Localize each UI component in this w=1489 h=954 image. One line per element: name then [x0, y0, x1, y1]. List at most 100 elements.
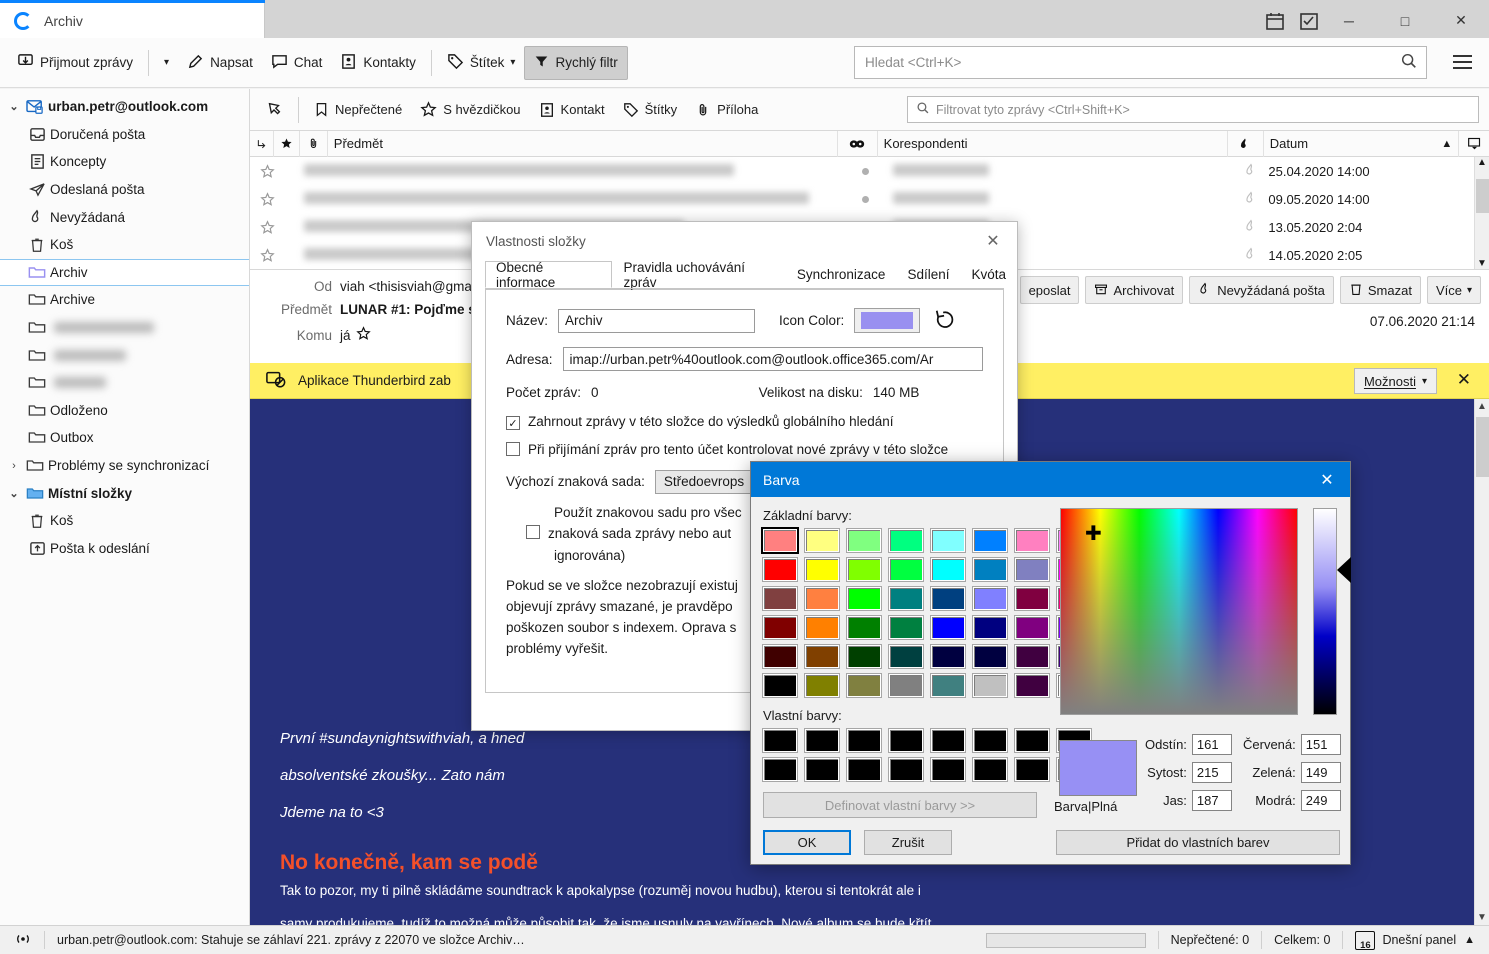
row-read-indicator[interactable] — [845, 195, 885, 203]
col-thread[interactable] — [250, 130, 274, 157]
tag-button[interactable]: Štítek ▾ — [438, 46, 525, 80]
row-junk-icon[interactable] — [1244, 219, 1258, 236]
color-field-input[interactable]: 161 — [1191, 734, 1232, 755]
tab-synchronizace[interactable]: Synchronizace — [786, 261, 897, 288]
reset-color-icon[interactable] — [934, 308, 956, 333]
sidebar-item-redacted-10[interactable] — [0, 369, 249, 397]
sidebar-item-urban-petr-outlook-com[interactable]: ⌄ urban.petr@outlook.com — [0, 93, 249, 121]
sidebar-item-po-ta-k-odesl-n[interactable]: Pošta k odeslání — [0, 535, 249, 563]
message-nevy-dan-po-ta-button[interactable]: Nevyžádaná pošta — [1189, 276, 1334, 304]
get-messages-button[interactable]: Přijmout zprávy — [8, 46, 142, 80]
row-junk-icon[interactable] — [1244, 191, 1258, 208]
basic-color-swatch[interactable] — [930, 586, 966, 611]
row-junk-icon[interactable] — [1244, 247, 1258, 264]
twisty-icon[interactable]: ⌄ — [6, 487, 22, 500]
sidebar-item-archiv[interactable]: Archiv — [0, 258, 249, 287]
today-pane-label[interactable]: Dnešní panel — [1382, 933, 1456, 947]
basic-color-swatch[interactable] — [762, 615, 798, 640]
col-star[interactable] — [274, 130, 300, 157]
basic-color-swatch[interactable] — [846, 557, 882, 582]
custom-color-swatch[interactable] — [762, 757, 798, 782]
custom-color-swatch[interactable] — [930, 757, 966, 782]
luminance-slider-handle[interactable] — [1337, 557, 1351, 583]
global-search-checkbox[interactable]: ✓ — [506, 416, 520, 430]
basic-color-swatch[interactable] — [762, 586, 798, 611]
sidebar-item-m-stn-slo-ky[interactable]: ⌄ Místní složky — [0, 479, 249, 507]
color-dialog-close-button[interactable]: ✕ — [1304, 462, 1350, 497]
tab-pravidla-uchov-v-n-zpr-v[interactable]: Pravidla uchovávání zpráv — [612, 260, 785, 290]
custom-color-swatch[interactable] — [804, 728, 840, 753]
search-icon[interactable] — [1400, 52, 1418, 73]
basic-color-swatch[interactable] — [846, 586, 882, 611]
sidebar-item-outbox[interactable]: Outbox — [0, 424, 249, 452]
basic-color-swatch[interactable] — [846, 673, 882, 698]
filter-messages-input[interactable]: Filtrovat tyto zprávy <Ctrl+Shift+K> — [907, 96, 1479, 123]
basic-color-swatch[interactable] — [888, 615, 924, 640]
color-field-input[interactable]: 187 — [1191, 790, 1232, 811]
basic-color-swatch[interactable] — [1014, 586, 1050, 611]
global-search-checkbox-row[interactable]: ✓ Zahrnout zprávy v této složce do výsle… — [506, 414, 983, 430]
row-junk-icon[interactable] — [1244, 163, 1258, 180]
row-star-icon[interactable] — [250, 191, 286, 207]
basic-color-swatch[interactable] — [972, 615, 1008, 640]
col-correspondents[interactable]: Korespondenti — [878, 130, 1229, 157]
table-row[interactable]: 25.04.2020 14:00 — [250, 157, 1474, 185]
message-list-scrollbar[interactable]: ▲ ▼ — [1474, 157, 1489, 269]
basic-color-swatch[interactable] — [804, 615, 840, 640]
sidebar-item-ko[interactable]: Koš — [0, 507, 249, 535]
basic-color-swatch[interactable] — [972, 586, 1008, 611]
message-v-ce-button[interactable]: Více ▾ — [1426, 276, 1481, 304]
calendar-icon[interactable] — [1265, 11, 1285, 31]
basic-color-swatch[interactable] — [930, 644, 966, 669]
filter-unread-button[interactable]: Nepřečtené — [305, 95, 411, 125]
basic-color-swatch[interactable] — [972, 557, 1008, 582]
notification-options-button[interactable]: Možnosti ▾ — [1353, 368, 1437, 394]
define-custom-colors-button[interactable]: Definovat vlastní barvy >> — [763, 792, 1037, 818]
custom-color-swatch[interactable] — [1014, 757, 1050, 782]
scrollbar-thumb[interactable] — [1476, 179, 1489, 213]
custom-colors-grid[interactable] — [762, 728, 1092, 782]
custom-color-swatch[interactable] — [888, 757, 924, 782]
sidebar-item-redacted-8[interactable] — [0, 314, 249, 342]
notification-close-button[interactable]: ✕ — [1457, 370, 1471, 390]
custom-color-swatch[interactable] — [972, 728, 1008, 753]
sidebar-item-nevy-dan[interactable]: Nevyžádaná — [0, 203, 249, 231]
basic-color-swatch[interactable] — [846, 528, 882, 553]
basic-color-swatch[interactable] — [930, 615, 966, 640]
sidebar-item-odeslan-po-ta[interactable]: Odeslaná pošta — [0, 176, 249, 204]
color-field-input[interactable]: 151 — [1300, 734, 1341, 755]
basic-color-swatch[interactable] — [1014, 528, 1050, 553]
basic-color-swatch[interactable] — [888, 557, 924, 582]
basic-color-swatch[interactable] — [1014, 673, 1050, 698]
twisty-icon[interactable]: ⌄ — [6, 100, 22, 113]
filter-starred-button[interactable]: S hvězdičkou — [411, 95, 529, 125]
basic-color-swatch[interactable] — [888, 673, 924, 698]
minimize-button[interactable]: ─ — [1321, 3, 1377, 38]
tasks-icon[interactable] — [1299, 11, 1319, 31]
sidebar-item-doru-en-po-ta[interactable]: Doručená pošta — [0, 121, 249, 149]
basic-color-swatch[interactable] — [804, 644, 840, 669]
message-archivovat-button[interactable]: Archivovat — [1085, 276, 1184, 304]
luminance-slider[interactable] — [1313, 508, 1337, 715]
custom-color-swatch[interactable] — [972, 757, 1008, 782]
basic-color-swatch[interactable] — [972, 644, 1008, 669]
filter-contact-button[interactable]: Kontakt — [530, 95, 614, 125]
sidebar-item-probl-my-se-synchronizac[interactable]: › Problémy se synchronizací — [0, 452, 249, 480]
ok-button[interactable]: OK — [763, 830, 851, 855]
write-button[interactable]: Napsat — [178, 46, 262, 80]
message-smazat-button[interactable]: Smazat — [1339, 276, 1421, 304]
color-field-input[interactable]: 249 — [1300, 790, 1341, 811]
sidebar-item-archive[interactable]: Archive — [0, 286, 249, 314]
basic-color-swatch[interactable] — [1014, 557, 1050, 582]
basic-color-swatch[interactable] — [930, 528, 966, 553]
basic-color-swatch[interactable] — [804, 528, 840, 553]
basic-color-swatch[interactable] — [888, 586, 924, 611]
basic-color-swatch[interactable] — [846, 644, 882, 669]
body-scrollbar-thumb[interactable] — [1476, 417, 1489, 477]
message-body-scrollbar[interactable]: ▲ ▼ — [1474, 399, 1489, 925]
star-icon[interactable] — [355, 326, 371, 344]
message-eposlat-button[interactable]: eposlat — [1019, 276, 1080, 304]
basic-color-swatch[interactable] — [972, 673, 1008, 698]
tab-archiv[interactable]: Archiv — [0, 3, 265, 38]
color-field-input[interactable]: 149 — [1300, 762, 1341, 783]
